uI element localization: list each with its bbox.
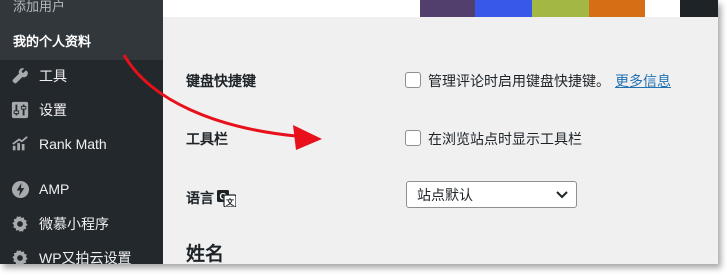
keyboard-shortcuts-label: 键盘快捷键 [186, 73, 256, 89]
settings-sliders-icon [10, 100, 30, 120]
sidebar-item-label: 设置 [39, 102, 67, 118]
language-select[interactable]: 站点默认 [406, 181, 577, 208]
language-label: 语言 [186, 190, 214, 206]
submenu-item-my-profile[interactable]: 我的个人资料 [13, 31, 91, 50]
translation-icon: G 文 [217, 190, 237, 212]
users-submenu: 添加用户 我的个人资料 [0, 0, 163, 60]
sidebar-item-tools[interactable]: 工具 [0, 63, 163, 89]
color-scheme-swatch[interactable] [475, 0, 532, 17]
color-scheme-swatch[interactable] [420, 0, 475, 17]
submenu-item-add-user[interactable]: 添加用户 [13, 0, 65, 15]
gear-icon [10, 214, 30, 234]
wordpress-profile-screen: 添加用户 我的个人资料 工具 设置 Rank Math AMP 微慕小程序 WP… [0, 0, 718, 264]
svg-text:文: 文 [226, 197, 235, 207]
language-select-value: 站点默认 [417, 186, 473, 203]
wrench-icon [10, 66, 30, 86]
show-toolbar-text: 在浏览站点时显示工具栏 [428, 131, 582, 147]
rank-math-chart-icon [10, 134, 30, 154]
keyboard-shortcuts-text: 管理评论时启用键盘快捷键。 [428, 73, 610, 89]
sidebar-item-weimu-miniprogram[interactable]: 微慕小程序 [0, 211, 163, 237]
sidebar-item-label: AMP [39, 181, 70, 197]
show-toolbar-checkbox[interactable] [405, 130, 421, 146]
admin-sidebar: 添加用户 我的个人资料 工具 设置 Rank Math AMP 微慕小程序 WP… [0, 0, 163, 264]
sidebar-item-label: 工具 [39, 68, 67, 84]
sidebar-item-label: 微慕小程序 [39, 216, 109, 232]
sidebar-item-rank-math[interactable]: Rank Math [0, 131, 163, 157]
toolbar-label: 工具栏 [186, 131, 228, 147]
color-scheme-swatch[interactable] [680, 0, 718, 17]
keyboard-shortcuts-checkbox[interactable] [405, 72, 421, 88]
more-info-link[interactable]: 更多信息 [615, 71, 671, 91]
sidebar-item-settings[interactable]: 设置 [0, 97, 163, 123]
sidebar-item-label: WP又拍云设置 [39, 250, 132, 264]
color-scheme-swatch[interactable] [589, 0, 645, 17]
amp-bolt-icon [10, 179, 30, 199]
gear-icon [10, 248, 30, 264]
color-scheme-swatch[interactable] [532, 0, 589, 17]
chevron-down-icon [556, 186, 568, 204]
sidebar-item-label: Rank Math [39, 136, 107, 152]
sidebar-item-amp[interactable]: AMP [0, 176, 163, 202]
name-section-title: 姓名 [186, 244, 225, 264]
sidebar-item-wp-upyun-settings[interactable]: WP又拍云设置 [0, 245, 163, 264]
